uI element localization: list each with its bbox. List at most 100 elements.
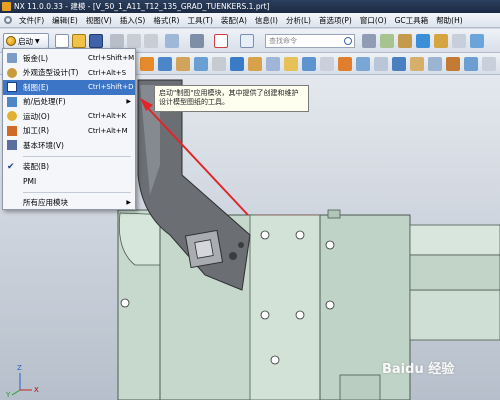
menu-edit[interactable]: 编辑(E) bbox=[48, 15, 82, 26]
copy-icon[interactable] bbox=[127, 34, 141, 48]
menu-tools[interactable]: 工具(T) bbox=[183, 15, 216, 26]
select-filter-icon[interactable] bbox=[214, 34, 228, 48]
start-menu: 钣金(L) Ctrl+Shift+M 外观造型设计(T) Ctrl+Alt+S … bbox=[2, 48, 136, 210]
blend-icon[interactable] bbox=[248, 57, 262, 71]
wcs-icon[interactable] bbox=[398, 34, 412, 48]
checkmark-icon: ✔ bbox=[7, 161, 15, 172]
menu-assembly[interactable]: 装配(A) bbox=[217, 15, 251, 26]
menu-window[interactable]: 窗口(O) bbox=[356, 15, 391, 26]
trim-icon[interactable] bbox=[410, 57, 424, 71]
orient-icon[interactable] bbox=[452, 34, 466, 48]
mesh-icon[interactable] bbox=[464, 57, 478, 71]
gateway-icon bbox=[7, 140, 17, 150]
menu-item-drafting[interactable]: 制图(E) Ctrl+Shift+D bbox=[3, 80, 135, 95]
bolt bbox=[295, 230, 305, 240]
sketch-icon[interactable] bbox=[140, 57, 154, 71]
menu-item-motion[interactable]: 运动(O) Ctrl+Alt+K bbox=[3, 109, 135, 124]
extrude-icon[interactable] bbox=[158, 57, 172, 71]
pivot-pin bbox=[238, 242, 244, 248]
undo-icon[interactable] bbox=[165, 34, 179, 48]
save-icon[interactable] bbox=[89, 34, 103, 48]
sweep-icon[interactable] bbox=[446, 57, 460, 71]
menu-file[interactable]: 文件(F) bbox=[15, 15, 48, 26]
x-axis-label: X bbox=[34, 386, 39, 394]
revolve-icon[interactable] bbox=[176, 57, 190, 71]
menu-preferences[interactable]: 首选项(P) bbox=[315, 15, 356, 26]
view-icon[interactable] bbox=[362, 34, 376, 48]
chevron-down-icon: ▼ bbox=[35, 37, 40, 45]
start-label: 启动 bbox=[18, 36, 33, 46]
offset-icon[interactable] bbox=[428, 57, 442, 71]
y-axis-line bbox=[11, 389, 21, 396]
menu-item-shortcut: Ctrl+Shift+D bbox=[88, 83, 134, 92]
bolt bbox=[325, 240, 335, 250]
window-icon[interactable] bbox=[240, 34, 254, 48]
surface-icon[interactable] bbox=[392, 57, 406, 71]
menu-analysis[interactable]: 分析(L) bbox=[282, 15, 315, 26]
unite-icon[interactable] bbox=[302, 57, 316, 71]
pivot-pin bbox=[229, 252, 237, 260]
pattern-icon[interactable] bbox=[356, 57, 370, 71]
search-placeholder: 查找命令 bbox=[269, 37, 297, 45]
layer-icon[interactable] bbox=[380, 34, 394, 48]
cylinder-bottom bbox=[409, 289, 500, 341]
center-plate bbox=[249, 214, 321, 400]
command-finder-input[interactable]: 查找命令 bbox=[265, 34, 355, 48]
chamfer-icon[interactable] bbox=[266, 57, 280, 71]
render-icon[interactable] bbox=[416, 34, 430, 48]
shaded-icon[interactable] bbox=[434, 34, 448, 48]
more-tools-icon[interactable] bbox=[482, 57, 496, 71]
menu-separator bbox=[23, 155, 131, 157]
menu-bar: 文件(F) 编辑(E) 视图(V) 插入(S) 格式(R) 工具(T) 装配(A… bbox=[0, 13, 500, 28]
pocket-icon[interactable] bbox=[230, 57, 244, 71]
menu-item-pmi[interactable]: PMI bbox=[3, 174, 135, 189]
menu-format[interactable]: 格式(R) bbox=[149, 15, 183, 26]
nx-logo-icon bbox=[2, 2, 11, 11]
boss-icon[interactable] bbox=[212, 57, 226, 71]
redo-icon[interactable] bbox=[190, 34, 204, 48]
bolt bbox=[270, 355, 280, 365]
settings-gear-icon[interactable] bbox=[4, 16, 12, 24]
start-button[interactable]: 启动 ▼ bbox=[3, 33, 49, 49]
z-axis-label: Z bbox=[17, 364, 22, 372]
top-tab bbox=[327, 209, 341, 219]
menu-information[interactable]: 信息(I) bbox=[251, 15, 282, 26]
menu-item-label: 运动(O) bbox=[23, 111, 50, 121]
menu-item-label: 制图(E) bbox=[23, 82, 49, 92]
shell-icon[interactable] bbox=[284, 57, 298, 71]
baidu-watermark: Baidu 经验 bbox=[382, 362, 455, 377]
menu-item-pre-post[interactable]: 前/后处理(F) ▶ bbox=[3, 95, 135, 110]
y-axis-label: Y bbox=[6, 391, 11, 399]
menu-gc-toolbox[interactable]: GC工具箱 bbox=[391, 15, 433, 26]
hole-icon[interactable] bbox=[194, 57, 208, 71]
menu-insert[interactable]: 插入(S) bbox=[116, 15, 150, 26]
command-tooltip: 启动"制图"应用模块，其中提供了创建和维护设计模型图纸的工具。 bbox=[154, 85, 309, 112]
menu-item-shape-studio[interactable]: 外观造型设计(T) Ctrl+Alt+S bbox=[3, 66, 135, 81]
open-folder-icon[interactable] bbox=[72, 34, 86, 48]
paste-icon[interactable] bbox=[144, 34, 158, 48]
subtract-icon[interactable] bbox=[320, 57, 334, 71]
menu-item-shortcut: Ctrl+Alt+S bbox=[88, 68, 127, 77]
bottom-bracket bbox=[339, 374, 381, 400]
fit-icon[interactable] bbox=[470, 34, 484, 48]
menu-help[interactable]: 帮助(H) bbox=[432, 15, 467, 26]
chevron-right-icon: ▶ bbox=[126, 199, 131, 207]
menu-item-gateway[interactable]: 基本环境(V) bbox=[3, 138, 135, 153]
intersect-icon[interactable] bbox=[338, 57, 352, 71]
mirror-icon[interactable] bbox=[374, 57, 388, 71]
menu-item-all-applications[interactable]: 所有应用模块 ▶ bbox=[3, 196, 135, 211]
menu-item-sheet-metal[interactable]: 钣金(L) Ctrl+Shift+M bbox=[3, 51, 135, 66]
bolt bbox=[260, 310, 270, 320]
search-icon bbox=[344, 37, 352, 45]
drafting-icon bbox=[7, 82, 17, 92]
menu-view[interactable]: 视图(V) bbox=[82, 15, 116, 26]
menu-item-assemblies[interactable]: ✔ 装配(B) bbox=[3, 160, 135, 175]
bolt bbox=[295, 310, 305, 320]
bolt bbox=[325, 300, 335, 310]
menu-item-manufacturing[interactable]: 加工(R) Ctrl+Alt+M bbox=[3, 124, 135, 139]
cylinder-top bbox=[409, 224, 500, 256]
menu-item-shortcut: Ctrl+Shift+M bbox=[88, 54, 135, 63]
cut-icon[interactable] bbox=[110, 34, 124, 48]
new-file-icon[interactable] bbox=[55, 34, 69, 48]
motion-icon bbox=[7, 111, 17, 121]
